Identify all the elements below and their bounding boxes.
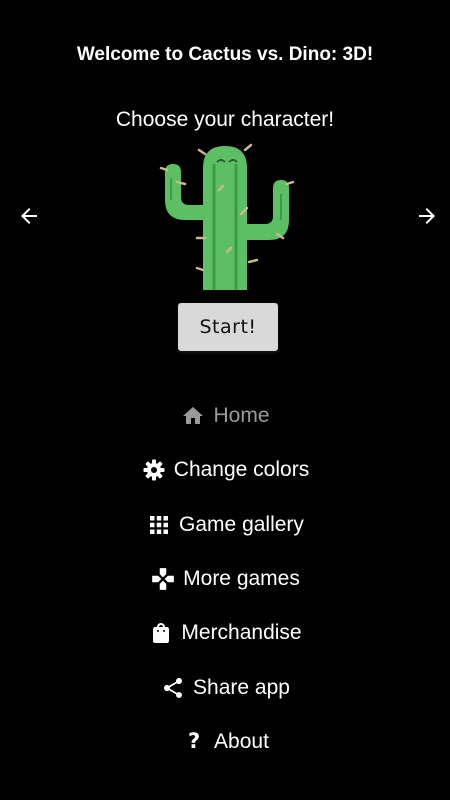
page-title: Welcome to Cactus vs. Dino: 3D!: [76, 44, 374, 65]
character-preview: [157, 142, 299, 290]
gear-icon: [141, 457, 167, 483]
arrow-right-icon: [419, 208, 435, 224]
next-character-button[interactable]: [414, 203, 440, 229]
menu-item-label: Home: [213, 404, 270, 428]
character-prompt: Choose your character!: [115, 108, 335, 131]
menu-item-home[interactable]: Home: [0, 389, 450, 443]
share-icon: [160, 675, 186, 701]
menu-item-about[interactable]: ? About: [0, 715, 450, 769]
previous-character-button[interactable]: [16, 203, 42, 229]
menu-item-label: Merchandise: [181, 621, 302, 645]
menu-item-label: Share app: [193, 675, 290, 699]
gamepad-icon: [150, 566, 176, 592]
menu-item-share-app[interactable]: Share app: [0, 660, 450, 714]
home-icon: [180, 403, 206, 429]
arrow-left-icon: [21, 208, 37, 224]
menu-item-change-colors[interactable]: Change colors: [0, 443, 450, 497]
menu-item-label: Change colors: [173, 458, 310, 482]
menu-item-merchandise[interactable]: Merchandise: [0, 606, 450, 660]
main-menu: Home Change colors Game gallery More gam…: [0, 389, 450, 769]
menu-item-game-gallery[interactable]: Game gallery: [0, 498, 450, 552]
cactus-icon: [159, 143, 295, 290]
grid-icon: [146, 512, 172, 538]
menu-item-more-games[interactable]: More games: [0, 552, 450, 606]
start-button[interactable]: Start!: [178, 303, 278, 351]
question-mark-icon: ?: [187, 729, 201, 754]
menu-item-label: About: [214, 729, 269, 753]
shopping-bag-icon: [148, 620, 174, 646]
menu-item-label: More games: [183, 567, 300, 591]
menu-item-label: Game gallery: [179, 512, 304, 536]
